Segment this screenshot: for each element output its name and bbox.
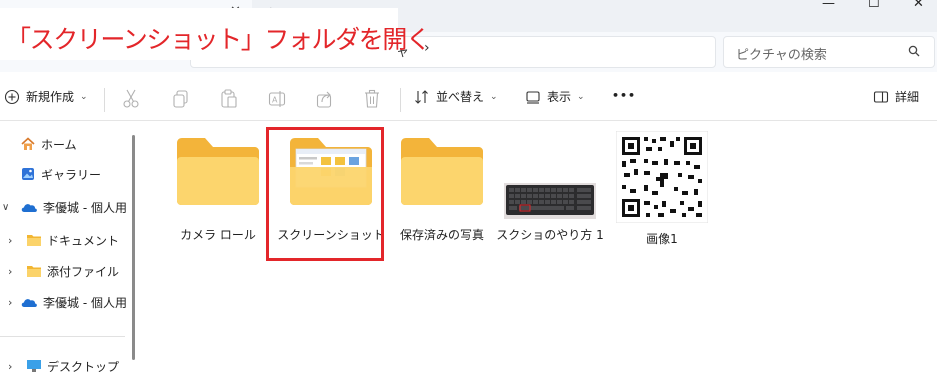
minimize-button[interactable]: — [822,0,835,11]
new-button[interactable]: 新規作成 ⌄ [4,88,88,105]
nav-item-label: 李優城 - 個人用 [43,295,127,310]
delete-icon[interactable] [363,89,381,109]
nav-scrollbar[interactable] [132,135,135,360]
toolbar-divider [104,88,105,112]
details-pane-icon [873,90,889,103]
nav-item-label: ホーム [41,137,77,152]
folder-item-camera-roll[interactable]: カメラ ロール [168,135,268,242]
file-label: スクショのやり方 1 [496,228,604,242]
folder-item-saved-pictures[interactable]: 保存済みの写真 [392,135,492,242]
rename-icon[interactable]: A [268,89,286,109]
nav-item-label: 李優城 - 個人用 [43,200,127,215]
view-icon [526,90,540,104]
svg-text:A: A [272,96,278,105]
expanded-chevron-icon[interactable]: ∨ [2,202,16,213]
view-button[interactable]: 表示 ⌄ [525,88,585,105]
collapsed-chevron-icon[interactable]: › [8,234,20,247]
folder-icon [27,266,41,277]
onedrive-icon [21,204,37,212]
collapsed-chevron-icon[interactable]: › [8,296,20,309]
plus-circle-icon [4,89,20,104]
collapsed-chevron-icon[interactable]: › [8,265,20,278]
file-label: 保存済みの写真 [399,228,484,242]
instruction-caption: 「スクリーンショット」フォルダを開く [6,25,431,54]
nav-item-gallery[interactable]: ギャラリー [0,161,135,187]
nav-item-documents[interactable]: › ドキュメント [0,227,135,253]
share-icon[interactable] [316,89,334,109]
file-label: 画像1 [646,232,678,246]
file-label: カメラ ロール [180,228,256,242]
nav-item-onedrive-personal[interactable]: ∨ 李優城 - 個人用 [0,194,135,220]
cut-icon[interactable] [122,89,140,109]
navigation-pane: ホーム ギャラリー ∨ 李優城 - 個人用 › ドキュメント › 添付ファイル … [0,121,140,374]
collapsed-chevron-icon[interactable]: › [8,360,20,373]
more-options-button[interactable]: ••• [612,89,636,102]
chevron-down-icon: ⌄ [80,91,88,102]
view-button-label: 表示 [547,90,572,104]
nav-divider [0,336,125,337]
image-item-keyboard[interactable]: スクショのやり方 1 [496,135,604,242]
keyboard-thumbnail-icon [504,183,596,219]
highlight-box [266,127,384,261]
nav-item-label: 添付ファイル [47,264,120,279]
nav-item-desktop[interactable]: › デスクトップ [0,353,135,379]
window-close-button[interactable]: ✕ [913,0,924,11]
search-box[interactable]: ピクチャの検索 [723,36,935,68]
sort-button-label: 並べ替え [436,90,485,104]
gallery-icon [22,168,34,180]
qr-code-thumbnail-icon [615,130,709,224]
home-icon [21,137,35,150]
paste-icon[interactable] [220,89,238,109]
folder-icon [177,138,259,205]
details-button[interactable]: 詳細 [873,88,919,105]
nav-item-label: デスクトップ [47,359,120,374]
folder-icon [401,138,483,205]
new-button-label: 新規作成 [26,90,75,104]
folder-icon [27,235,41,246]
search-icon [908,45,920,57]
chevron-down-icon: ⌄ [577,91,585,102]
search-input[interactable]: ピクチャの検索 [736,44,827,63]
command-bar: 新規作成 ⌄ A 並べ替え ⌄ 表示 ⌄ ••• 詳細 [0,80,937,121]
nav-item-onedrive-personal-2[interactable]: › 李優城 - 個人用 [0,289,135,315]
nav-item-label: ドキュメント [47,233,120,248]
nav-item-attachments[interactable]: › 添付ファイル [0,258,135,284]
onedrive-icon [21,299,37,307]
image-item-qr[interactable]: 画像1 [612,130,712,246]
chevron-down-icon: ⌄ [490,91,498,102]
toolbar-divider [400,88,401,112]
nav-item-label: ギャラリー [41,167,102,182]
maximize-button[interactable]: ☐ [868,0,880,11]
desktop-icon [27,360,41,372]
instruction-callout: 「スクリーンショット」フォルダを開く [0,8,431,60]
copy-icon[interactable] [172,89,190,109]
nav-item-home[interactable]: ホーム [0,131,135,157]
sort-icon [415,89,428,104]
sort-button[interactable]: 並べ替え ⌄ [414,88,498,105]
details-button-label: 詳細 [895,90,920,104]
